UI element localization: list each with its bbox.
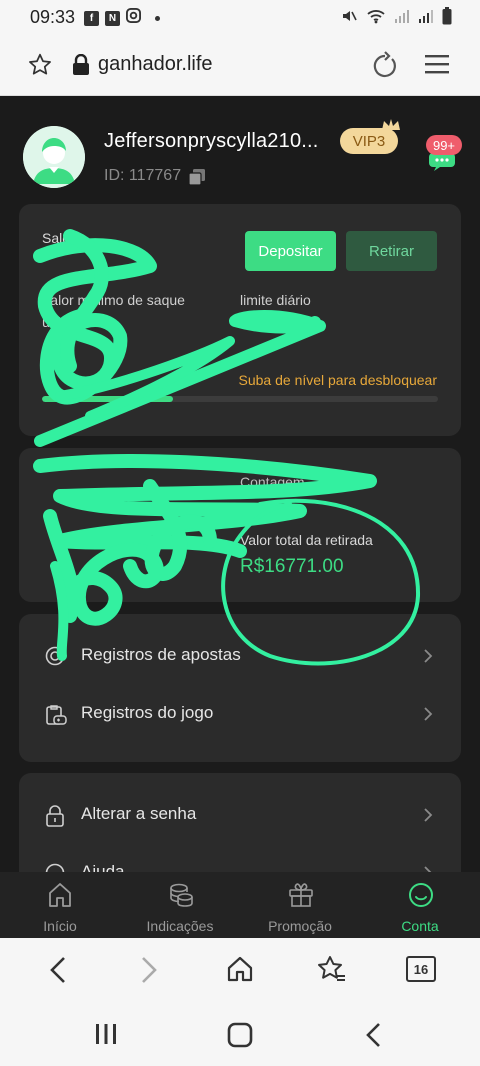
menu-item-help[interactable]: Ajuda — [19, 845, 461, 872]
chevron-right-icon — [423, 648, 433, 669]
total-withdraw-label: Valor total da retirada — [240, 532, 373, 548]
lock-icon — [45, 805, 65, 832]
browser-menu-icon[interactable] — [424, 52, 450, 81]
tab-referrals[interactable]: Indicações — [120, 872, 240, 938]
balance-label: Saldo — [42, 230, 78, 246]
home-icon — [48, 882, 72, 913]
tab-home[interactable]: Início — [0, 872, 120, 938]
reload-icon[interactable] — [371, 51, 399, 84]
min-withdraw-label-2: único — [42, 314, 76, 330]
tab-promotion[interactable]: Promoção — [240, 872, 360, 938]
android-nav-bar — [0, 1004, 480, 1066]
browser-url-bar: ganhador.life — [0, 34, 480, 96]
limit-progress-bar — [42, 396, 438, 402]
menu-item-bet-records[interactable]: Registros de apostas — [19, 628, 461, 684]
withdraw-button[interactable]: Retirar — [346, 231, 437, 271]
message-icon[interactable] — [428, 152, 456, 177]
chevron-right-icon — [423, 865, 433, 872]
chevron-right-icon — [423, 706, 433, 727]
crown-icon — [380, 118, 402, 137]
bookmark-star-icon[interactable] — [27, 52, 53, 83]
back-button-icon[interactable] — [364, 1022, 384, 1053]
menu-item-label: Registros de apostas — [81, 645, 241, 664]
min-withdraw-label: Valor mínimo de saque — [42, 292, 185, 308]
instagram-icon — [126, 8, 141, 28]
deposit-button[interactable]: Depositar — [245, 231, 336, 271]
username: Jeffersonpryscylla210... — [104, 130, 319, 152]
bookmarks-icon[interactable] — [316, 955, 346, 988]
daily-limit-label: limite diário — [240, 292, 311, 308]
help-icon — [45, 863, 65, 872]
total-withdraw-value: R$16771.00 — [240, 556, 344, 577]
phone-screen: 09:33 f N ganhador.life Jeffersonpryscyl… — [0, 0, 480, 1066]
copy-icon[interactable] — [188, 168, 206, 191]
avatar[interactable] — [23, 126, 85, 188]
site-tab-bar: Início Indicações Promoção Conta — [0, 872, 480, 938]
forward-icon[interactable] — [138, 955, 160, 990]
menu-item-change-password[interactable]: Alterar a senha — [19, 787, 461, 843]
user-id: ID: 117767 — [104, 167, 182, 184]
battery-icon — [442, 7, 452, 30]
coins-icon — [168, 882, 194, 913]
tab-label: Indicações — [146, 918, 214, 934]
secure-lock-icon — [72, 53, 90, 81]
status-bar: 09:33 f N — [0, 0, 480, 34]
target-icon — [45, 646, 65, 671]
smile-icon — [408, 882, 434, 913]
tab-account[interactable]: Conta — [360, 872, 480, 938]
totals-card: Contagem Valor total da retirada R$16771… — [19, 448, 461, 602]
menu-item-label: Alterar a senha — [81, 804, 197, 823]
mute-icon — [340, 7, 358, 30]
settings-menu: Alterar a senha Ajuda — [19, 773, 461, 872]
back-icon[interactable] — [47, 955, 69, 990]
limit-progress-fill — [42, 396, 173, 402]
status-time: 09:33 — [30, 7, 76, 27]
signal-icon-2 — [418, 8, 434, 29]
messages-badge: 99+ — [426, 135, 462, 155]
notification-icons: f N — [84, 8, 160, 28]
level-up-unlock-link[interactable]: Suba de nível para desbloquear — [239, 372, 437, 388]
game-record-icon — [45, 704, 67, 731]
browser-toolbar: 16 — [0, 938, 480, 1004]
menu-item-game-records[interactable]: Registros do jogo — [19, 686, 461, 742]
wifi-icon — [366, 8, 386, 29]
more-notifications-dot — [155, 15, 160, 21]
signal-icon-1 — [394, 8, 410, 29]
chevron-right-icon — [423, 807, 433, 828]
gift-icon — [288, 882, 314, 913]
home-icon[interactable] — [226, 955, 254, 988]
tab-label: Promoção — [268, 918, 332, 934]
records-menu: Registros de apostas Registros do jogo — [19, 614, 461, 762]
app-notification-icon: N — [105, 10, 120, 26]
balance-card: Saldo Depositar Retirar Valor mínimo de … — [19, 204, 461, 436]
system-icons — [340, 7, 452, 30]
facebook-icon: f — [84, 10, 99, 26]
tab-label: Início — [43, 918, 77, 934]
url-text[interactable]: ganhador.life — [98, 53, 213, 76]
recent-apps-icon[interactable] — [94, 1022, 118, 1051]
home-button-icon[interactable] — [227, 1022, 253, 1053]
menu-item-label: Ajuda — [81, 862, 125, 872]
menu-item-label: Registros do jogo — [81, 703, 214, 722]
account-page: Jeffersonpryscylla210... VIP3 ID: 117767… — [0, 96, 480, 872]
tab-switcher-button[interactable]: 16 — [406, 956, 436, 982]
tab-label: Conta — [401, 918, 439, 934]
totals-top-label: Contagem — [240, 474, 305, 490]
